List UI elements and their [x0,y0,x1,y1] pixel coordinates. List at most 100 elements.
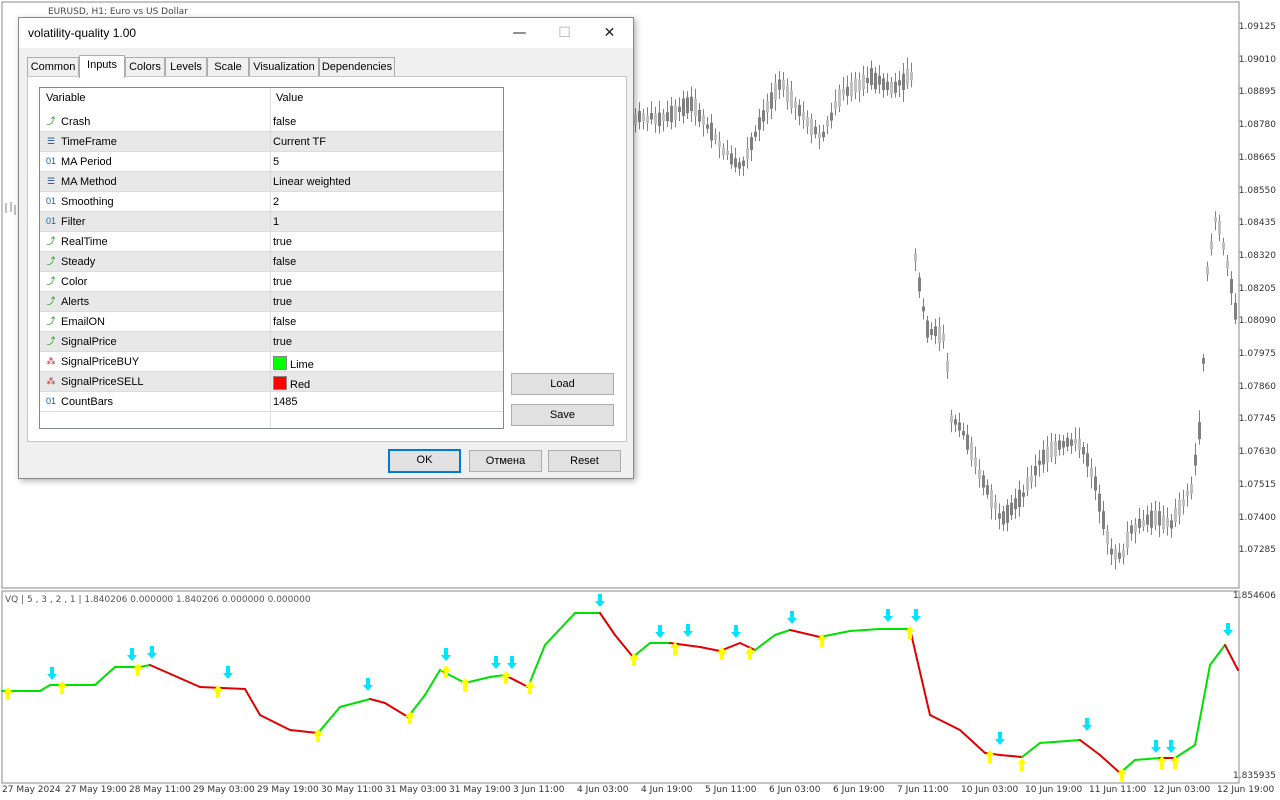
input-row[interactable]: ⤴ Crash false [40,112,503,132]
candle-body [842,88,845,95]
bool-icon: ⤴ [46,236,56,246]
candle-body [654,114,657,125]
column-divider [270,88,271,428]
bool-icon: ⤴ [46,316,56,326]
input-row[interactable]: 01 MA Period 5 [40,152,503,172]
color-icon: ⁂ [46,376,56,386]
candle-body [774,83,777,100]
reset-button[interactable]: Reset [548,450,621,472]
input-row[interactable]: 01 Filter 1 [40,212,503,232]
load-button[interactable]: Load [511,373,614,395]
input-row[interactable]: ⤴ Color true [40,272,503,292]
input-value[interactable]: false [273,256,296,268]
input-row[interactable]: ⤴ RealTime true [40,232,503,252]
date-axis-label: 11 Jun 11:00 [1089,785,1147,795]
input-value[interactable]: Current TF [273,136,326,148]
candle-body [982,475,985,488]
input-value[interactable]: true [273,296,292,308]
date-axis-label: 6 Jun 19:00 [833,785,885,795]
candle-body [1150,510,1153,528]
input-value[interactable]: 5 [273,156,279,168]
input-value[interactable]: true [273,236,292,248]
candle-body [1050,441,1053,458]
candle-body [1134,524,1137,532]
candle-body [810,118,813,136]
tab-colors[interactable]: Colors [125,57,165,77]
input-name: SignalPriceSELL [61,376,144,388]
input-row[interactable]: ⤴ SignalPrice true [40,332,503,352]
input-value[interactable]: Linear weighted [273,176,351,188]
bool-icon: ⤴ [46,256,56,266]
tab-common[interactable]: Common [27,57,79,77]
date-axis-label: 6 Jun 03:00 [769,785,821,795]
candle-body [958,422,961,431]
input-row[interactable]: ⤴ Steady false [40,252,503,272]
candle-body [858,79,861,92]
dialog-titlebar[interactable]: volatility-quality 1.00 — ☐ ✕ [19,18,633,48]
input-row[interactable]: ⁂ SignalPriceSELL Red [40,372,503,392]
input-value[interactable]: true [273,276,292,288]
input-row[interactable]: 01 Smoothing 2 [40,192,503,212]
input-value[interactable]: Lime [273,356,314,371]
minimize-button[interactable]: — [497,18,542,48]
input-row[interactable]: ☰ TimeFrame Current TF [40,132,503,152]
column-variable: Variable [46,92,86,104]
candle-body [1090,468,1093,478]
candle-body [934,326,937,337]
date-axis-label: 29 May 19:00 [257,785,319,795]
tab-scale[interactable]: Scale [207,57,249,77]
candle-body [946,361,949,372]
input-value[interactable]: Red [273,376,310,391]
input-value[interactable]: 2 [273,196,279,208]
candle-body [814,126,817,135]
close-button[interactable]: ✕ [587,18,632,48]
candle-body [794,101,797,109]
candle-body [978,469,981,480]
candle-body [1102,511,1105,529]
tab-visualization[interactable]: Visualization [249,57,319,77]
save-button[interactable]: Save [511,404,614,426]
input-value[interactable]: false [273,116,296,128]
candle-body [1030,475,1033,483]
candle-body [738,162,741,169]
candle-body [638,110,641,123]
ok-button[interactable]: OK [388,449,461,473]
tab-levels[interactable]: Levels [165,57,207,77]
date-axis-label: 31 May 19:00 [449,785,511,795]
cancel-button[interactable]: Отмена [469,450,542,472]
candle-body [658,112,661,127]
candle-body [890,81,893,95]
tab-inputs[interactable]: Inputs [79,55,125,78]
candle-body [1130,525,1133,534]
candle-body [822,131,825,138]
input-name: Crash [61,116,91,128]
candle-body [1110,548,1113,555]
price-axis-label: 1.07400 [1238,512,1276,523]
candle-body [1058,440,1061,450]
candle-body [1062,441,1065,448]
input-row[interactable]: ⤴ Alerts true [40,292,503,312]
input-row[interactable]: ⤴ EmailON false [40,312,503,332]
input-row[interactable]: ⁂ SignalPriceBUY Lime [40,352,503,372]
indicator-window[interactable] [0,590,1280,800]
input-value[interactable]: 1 [273,216,279,228]
candle-body [994,501,997,510]
input-value[interactable]: 1485 [273,396,297,408]
input-row[interactable]: ☰ MA Method Linear weighted [40,172,503,192]
candle-body [714,134,717,141]
candle-body [698,109,701,122]
date-axis-label: 12 Jun 03:00 [1153,785,1211,795]
input-value[interactable]: true [273,336,292,348]
tab-dependencies[interactable]: Dependencies [319,57,395,77]
input-value[interactable]: false [273,316,296,328]
input-row[interactable]: 01 CountBars 1485 [40,392,503,412]
input-name: EmailON [61,316,106,328]
candle-body [926,320,929,338]
candle-body [938,326,941,344]
candle-body [1002,511,1005,525]
color-icon: ⁂ [46,356,56,366]
candle-body [950,415,953,423]
color-swatch [273,376,287,390]
candle-body [1022,492,1025,497]
date-axis-label: 7 Jun 11:00 [897,785,949,795]
